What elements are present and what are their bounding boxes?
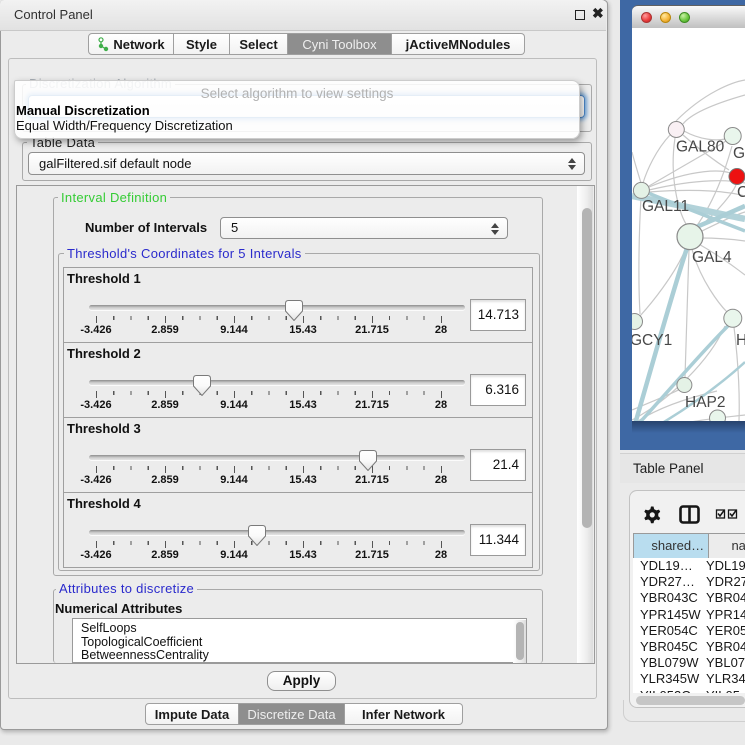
svg-text:GCY1: GCY1 [632, 332, 672, 349]
svg-text:C: C [737, 184, 745, 201]
svg-text:GA: GA [733, 145, 745, 162]
svg-text:GAL11: GAL11 [642, 198, 689, 215]
svg-text:HA: HA [736, 332, 745, 349]
svg-text:HAP2: HAP2 [685, 394, 726, 411]
svg-text:GAL80: GAL80 [676, 139, 725, 156]
svg-text:GAL4: GAL4 [692, 249, 732, 266]
